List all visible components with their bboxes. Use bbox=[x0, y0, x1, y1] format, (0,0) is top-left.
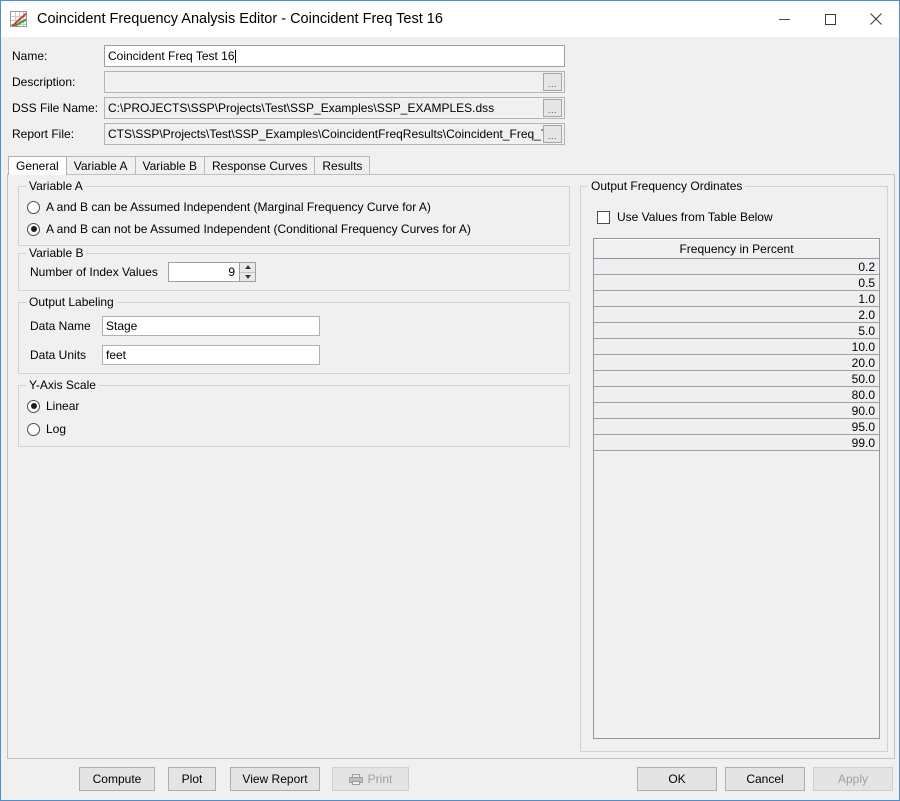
tab-strip: General Variable A Variable B Response C… bbox=[8, 156, 369, 175]
stepper-down-icon[interactable] bbox=[240, 273, 255, 282]
data-units-label: Data Units bbox=[30, 348, 102, 362]
report-file-label: Report File: bbox=[12, 127, 104, 141]
tab-results[interactable]: Results bbox=[314, 156, 370, 175]
y-axis-scale-group-title: Y-Axis Scale bbox=[26, 378, 99, 392]
general-tab-panel: Variable A A and B can be Assumed Indepe… bbox=[7, 174, 895, 759]
use-values-checkbox-label: Use Values from Table Below bbox=[617, 210, 773, 224]
stepper-buttons bbox=[239, 263, 255, 281]
table-row[interactable]: 10.0 bbox=[594, 339, 879, 355]
print-button-label: Print bbox=[368, 772, 393, 786]
radio-marginal-frequency[interactable]: A and B can be Assumed Independent (Marg… bbox=[27, 200, 431, 214]
data-units-row: Data Units feet bbox=[30, 345, 320, 365]
number-of-index-values-stepper[interactable]: 9 bbox=[168, 262, 256, 282]
output-frequency-group-title: Output Frequency Ordinates bbox=[588, 179, 745, 193]
radio-linear-label: Linear bbox=[46, 399, 79, 413]
table-row[interactable]: 5.0 bbox=[594, 323, 879, 339]
dss-file-browse-button[interactable]: ... bbox=[543, 99, 562, 117]
table-row[interactable]: 2.0 bbox=[594, 307, 879, 323]
variable-b-group: Variable B Number of Index Values 9 bbox=[18, 253, 570, 291]
tab-response-curves[interactable]: Response Curves bbox=[204, 156, 315, 175]
radio-conditional-frequency[interactable]: A and B can not be Assumed Independent (… bbox=[27, 222, 471, 236]
minimize-button[interactable] bbox=[761, 1, 807, 37]
name-label: Name: bbox=[12, 49, 104, 63]
radio-log[interactable]: Log bbox=[27, 422, 66, 436]
radio-marginal-frequency-label: A and B can be Assumed Independent (Marg… bbox=[46, 200, 431, 214]
output-frequency-ordinates-group: Output Frequency Ordinates Use Values fr… bbox=[580, 186, 888, 752]
data-units-input[interactable]: feet bbox=[102, 345, 320, 365]
dialog-button-bar: Compute Plot View Report Print OK Cancel… bbox=[1, 758, 899, 800]
table-row[interactable]: 80.0 bbox=[594, 387, 879, 403]
description-row: Description: ... bbox=[12, 71, 572, 93]
apply-button: Apply bbox=[813, 767, 893, 791]
frequency-table[interactable]: Frequency in Percent 0.2 0.5 1.0 2.0 5.0… bbox=[593, 238, 880, 739]
cancel-button[interactable]: Cancel bbox=[725, 767, 805, 791]
radio-marginal-frequency-indicator bbox=[27, 201, 40, 214]
output-labeling-group-title: Output Labeling bbox=[26, 295, 117, 309]
frequency-column-header: Frequency in Percent bbox=[594, 239, 879, 259]
window-controls bbox=[761, 1, 899, 37]
window-title: Coincident Frequency Analysis Editor - C… bbox=[37, 11, 443, 27]
use-values-checkbox-indicator bbox=[597, 211, 610, 224]
close-button[interactable] bbox=[853, 1, 899, 37]
table-row[interactable]: 1.0 bbox=[594, 291, 879, 307]
radio-linear[interactable]: Linear bbox=[27, 399, 79, 413]
frequency-rows: 0.2 0.5 1.0 2.0 5.0 10.0 20.0 50.0 80.0 … bbox=[594, 259, 879, 451]
radio-log-label: Log bbox=[46, 422, 66, 436]
report-file-row: Report File: CTS\SSP\Projects\Test\SSP_E… bbox=[12, 123, 572, 145]
report-file-input[interactable]: CTS\SSP\Projects\Test\SSP_Examples\Coinc… bbox=[104, 123, 565, 145]
description-label: Description: bbox=[12, 75, 104, 89]
radio-conditional-frequency-indicator bbox=[27, 223, 40, 236]
description-browse-button[interactable]: ... bbox=[543, 73, 562, 91]
maximize-button[interactable] bbox=[807, 1, 853, 37]
table-row[interactable]: 0.2 bbox=[594, 259, 879, 275]
table-row[interactable]: 90.0 bbox=[594, 403, 879, 419]
view-report-button[interactable]: View Report bbox=[230, 767, 320, 791]
tab-variable-a[interactable]: Variable A bbox=[66, 156, 136, 175]
output-labeling-group: Output Labeling Data Name Stage Data Uni… bbox=[18, 302, 570, 374]
y-axis-scale-group: Y-Axis Scale Linear Log bbox=[18, 385, 570, 447]
table-row[interactable]: 0.5 bbox=[594, 275, 879, 291]
index-values-value: 9 bbox=[169, 263, 239, 281]
header-form: Name: Coincident Freq Test 16 Descriptio… bbox=[2, 37, 899, 150]
print-button: Print bbox=[332, 767, 409, 791]
plot-button[interactable]: Plot bbox=[168, 767, 216, 791]
variable-a-group: Variable A A and B can be Assumed Indepe… bbox=[18, 186, 570, 246]
radio-linear-indicator bbox=[27, 400, 40, 413]
title-bar: Coincident Frequency Analysis Editor - C… bbox=[1, 1, 899, 37]
coincident-frequency-analysis-editor-window: Coincident Frequency Analysis Editor - C… bbox=[0, 0, 900, 801]
variable-a-group-title: Variable A bbox=[26, 179, 86, 193]
tab-variable-b[interactable]: Variable B bbox=[135, 156, 205, 175]
printer-icon bbox=[349, 774, 363, 785]
stepper-up-icon[interactable] bbox=[240, 263, 255, 273]
data-name-label: Data Name bbox=[30, 319, 102, 333]
chart-line-icon bbox=[10, 11, 27, 27]
use-values-from-table-checkbox[interactable]: Use Values from Table Below bbox=[597, 210, 773, 224]
dss-file-label: DSS File Name: bbox=[12, 101, 104, 115]
report-file-browse-button[interactable]: ... bbox=[543, 125, 562, 143]
description-input[interactable]: ... bbox=[104, 71, 565, 93]
ok-button[interactable]: OK bbox=[637, 767, 717, 791]
radio-log-indicator bbox=[27, 423, 40, 436]
name-row: Name: Coincident Freq Test 16 bbox=[12, 45, 572, 67]
variable-b-group-title: Variable B bbox=[26, 246, 86, 260]
table-row[interactable]: 99.0 bbox=[594, 435, 879, 451]
compute-button[interactable]: Compute bbox=[79, 767, 155, 791]
data-name-row: Data Name Stage bbox=[30, 316, 320, 336]
data-name-input[interactable]: Stage bbox=[102, 316, 320, 336]
dss-file-input[interactable]: C:\PROJECTS\SSP\Projects\Test\SSP_Exampl… bbox=[104, 97, 565, 119]
table-row[interactable]: 95.0 bbox=[594, 419, 879, 435]
index-values-label: Number of Index Values bbox=[30, 265, 158, 279]
tab-general[interactable]: General bbox=[8, 156, 67, 175]
dss-file-row: DSS File Name: C:\PROJECTS\SSP\Projects\… bbox=[12, 97, 572, 119]
radio-conditional-frequency-label: A and B can not be Assumed Independent (… bbox=[46, 222, 471, 236]
name-input[interactable]: Coincident Freq Test 16 bbox=[104, 45, 565, 67]
table-row[interactable]: 50.0 bbox=[594, 371, 879, 387]
table-row[interactable]: 20.0 bbox=[594, 355, 879, 371]
